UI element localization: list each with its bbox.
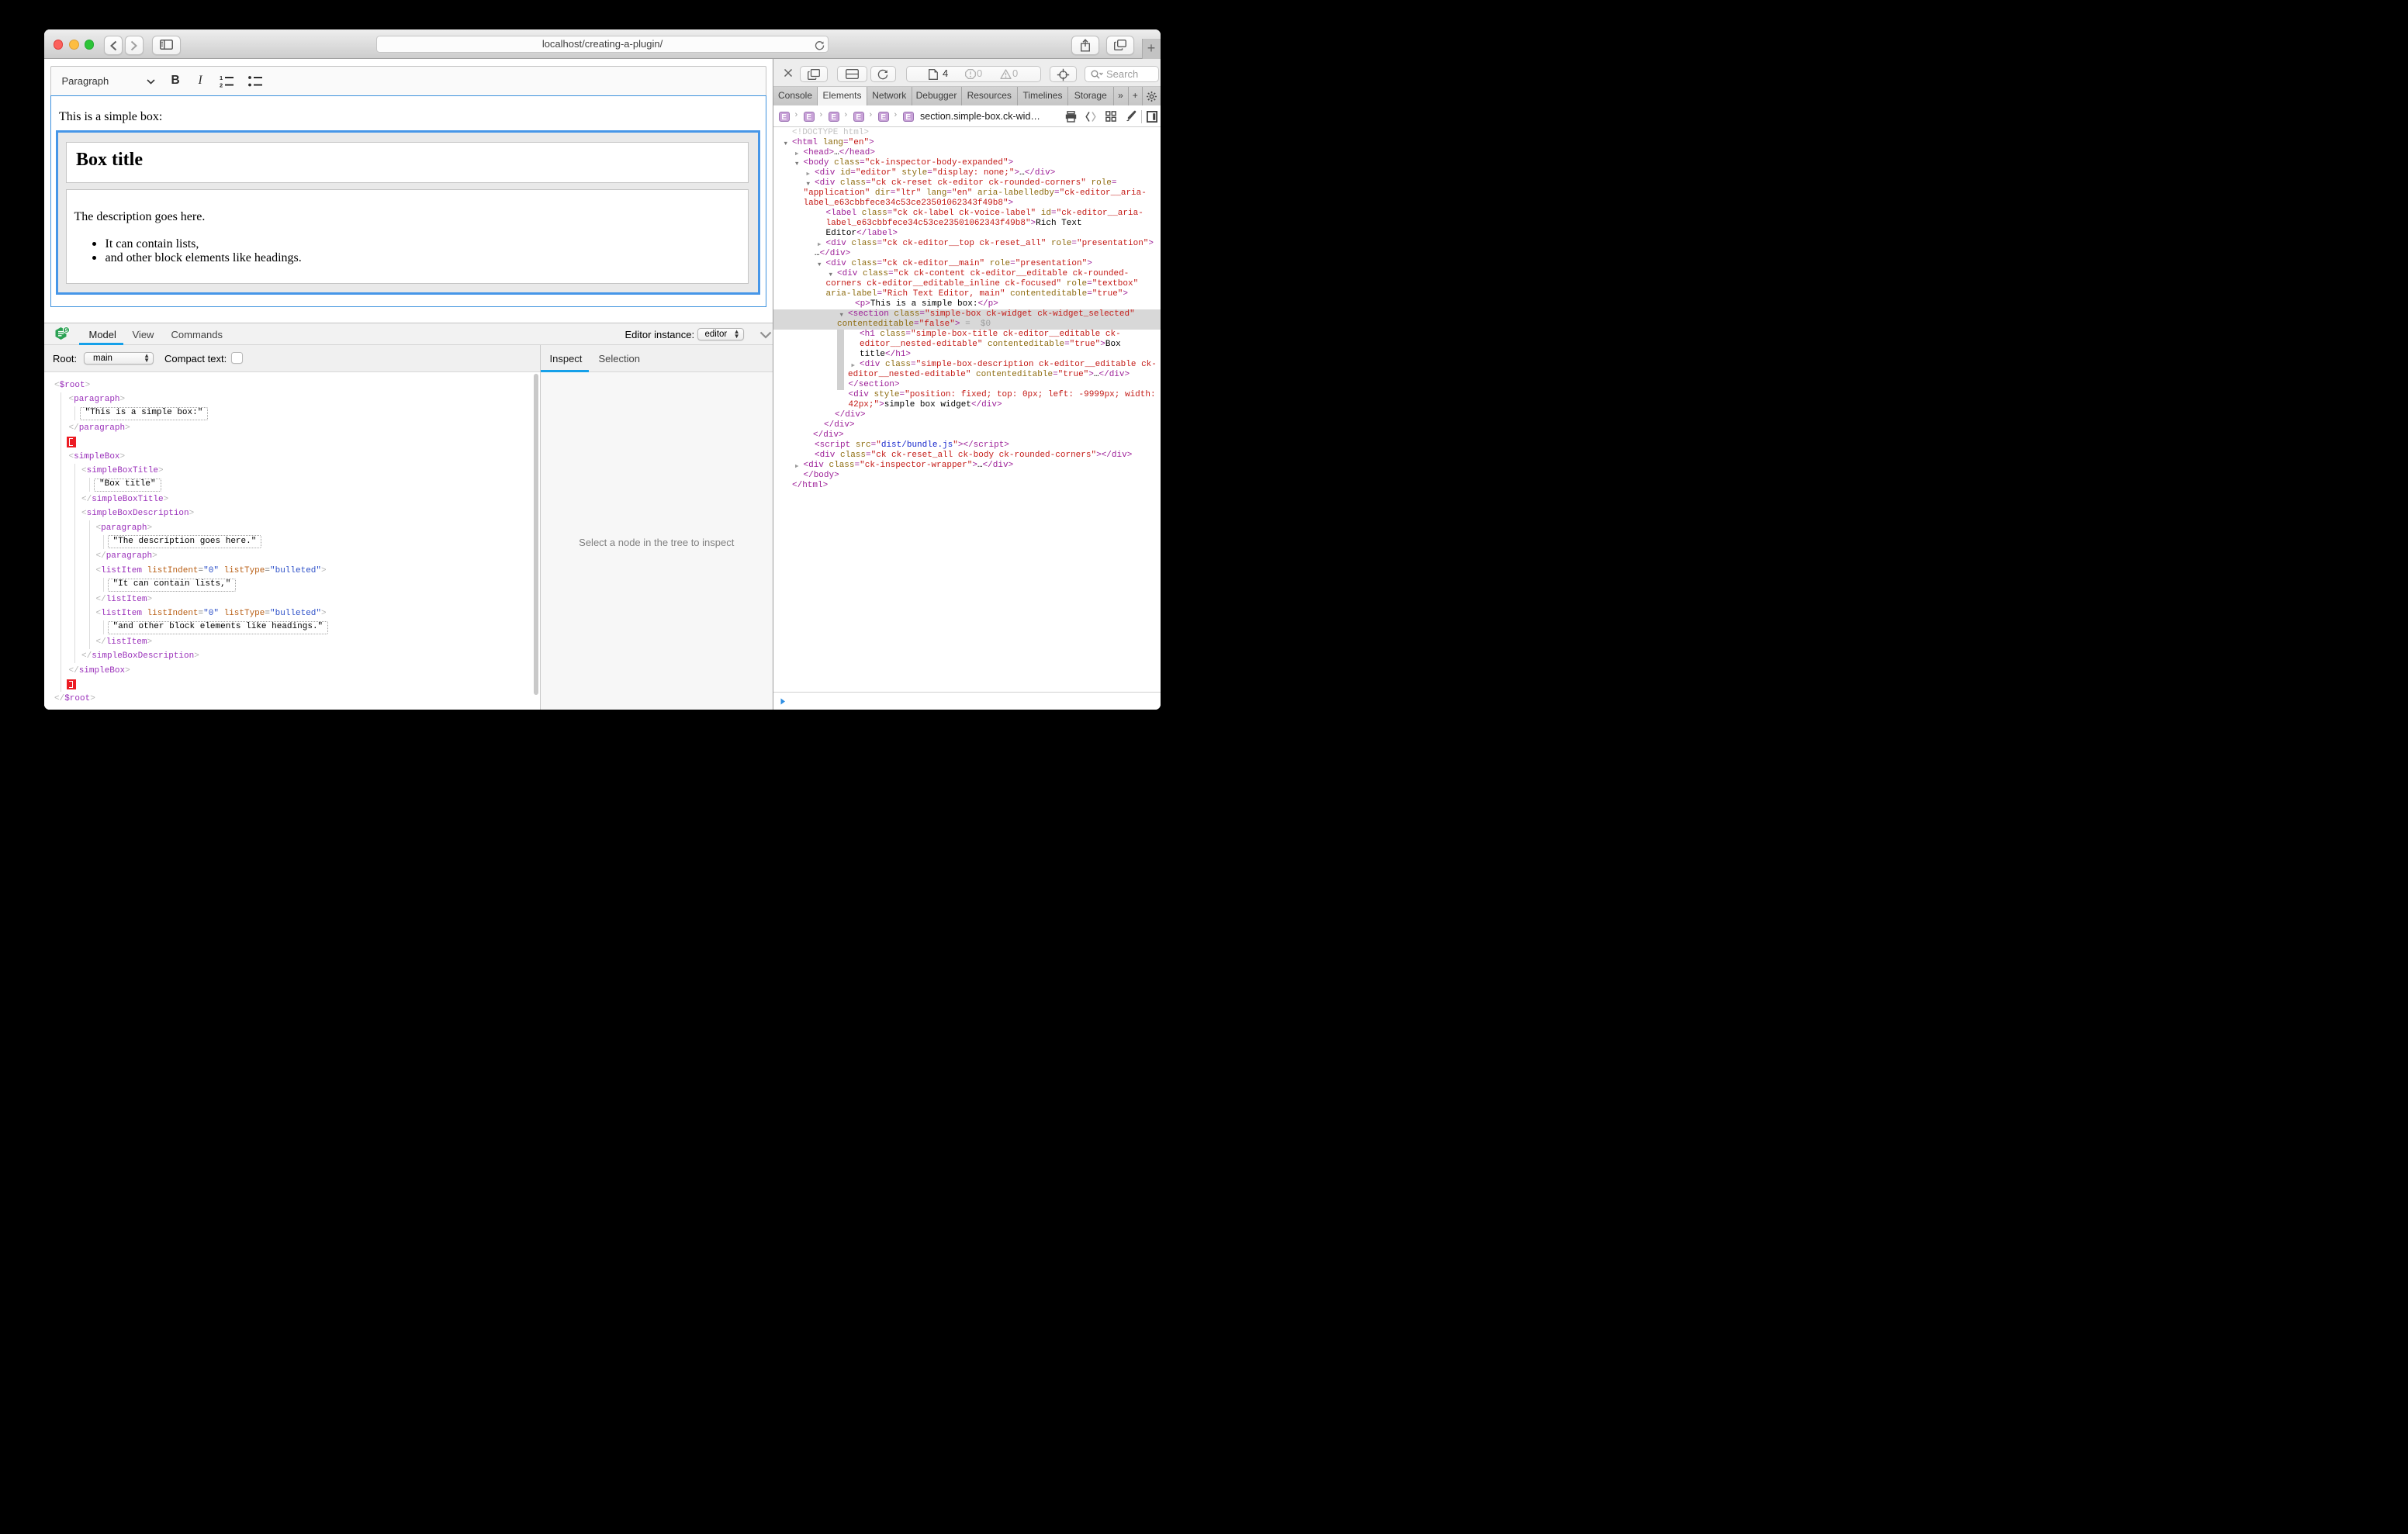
svg-text:1: 1 [220,75,223,81]
svg-text:5: 5 [64,328,67,333]
svg-text:2: 2 [220,81,223,88]
